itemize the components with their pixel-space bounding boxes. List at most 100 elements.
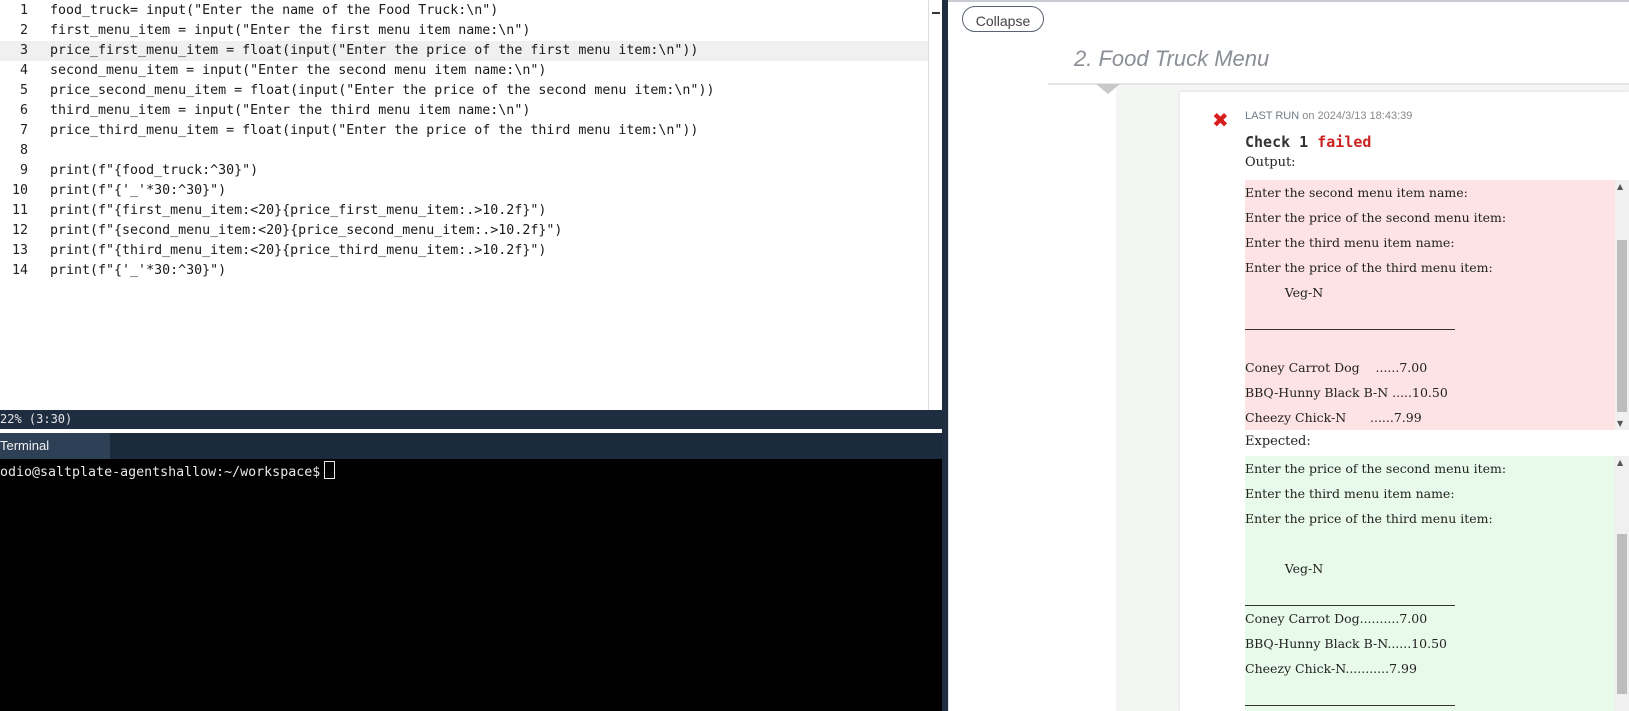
expected-label: Expected: xyxy=(1245,434,1311,449)
code-line[interactable]: 3 price_first_menu_item = float(input("En… xyxy=(0,41,928,61)
output-scroll-thumb[interactable] xyxy=(1617,240,1627,412)
expected-box[interactable]: Enter the price of the second menu item:… xyxy=(1245,456,1629,711)
output-line: Enter the third menu item name: xyxy=(1245,486,1455,501)
terminal[interactable]: odio@saltplate-agentshallow:~/workspace$ xyxy=(0,459,942,711)
code-text[interactable]: first_menu_item = input("Enter the first… xyxy=(50,21,530,41)
code-text[interactable]: print(f"{'_'*30:^30}") xyxy=(50,261,226,281)
terminal-prompt: odio@saltplate-agentshallow:~/workspace$ xyxy=(0,465,321,480)
code-line[interactable]: 14 print(f"{'_'*30:^30}") xyxy=(0,261,928,281)
top-border xyxy=(948,0,1629,2)
output-line: Veg-N xyxy=(1245,285,1324,300)
output-line: Enter the price of the third menu item: xyxy=(1245,511,1493,526)
chevron-down-icon xyxy=(1096,84,1120,94)
output-line xyxy=(1245,581,1455,606)
code-line[interactable]: 10 print(f"{'_'*30:^30}") xyxy=(0,181,928,201)
line-number: 8 xyxy=(19,143,28,158)
cursor-position: 22% (3:30) xyxy=(0,412,73,426)
output-line: Coney Carrot Dog ......7.00 xyxy=(1245,360,1428,375)
code-text[interactable]: print(f"{first_menu_item:<20}{price_firs… xyxy=(50,201,546,221)
check-panel: Collapse 2. Food Truck Menu ✖ LAST RUN o… xyxy=(948,0,1629,711)
code-lines[interactable]: 1 food_truck= input("Enter the name of th… xyxy=(0,1,928,281)
output-line: BBQ-Hunny Black B-N .....10.50 xyxy=(1245,385,1448,400)
last-run-info: LAST RUN on 2024/3/13 18:43:39 xyxy=(1245,110,1412,122)
output-box[interactable]: Enter the second menu item name: Enter th… xyxy=(1245,180,1629,430)
check-title: Check 1 failed xyxy=(1245,133,1371,151)
editor-scrollbar[interactable] xyxy=(928,0,942,410)
code-line[interactable]: 5 price_second_menu_item = float(input("E… xyxy=(0,81,928,101)
last-run-label: LAST RUN xyxy=(1245,110,1300,122)
code-line[interactable]: 6 third_menu_item = input("Enter the thir… xyxy=(0,101,928,121)
close-icon: ✖ xyxy=(1212,108,1229,132)
output-line: Enter the price of the second menu item: xyxy=(1245,210,1507,225)
line-number: 5 xyxy=(19,83,28,98)
code-text[interactable]: print(f"{third_menu_item:<20}{price_thir… xyxy=(50,241,546,261)
code-text[interactable]: price_second_menu_item = float(input("En… xyxy=(50,81,714,101)
output-line: Coney Carrot Dog..........7.00 xyxy=(1245,611,1428,626)
expected-scrollbar[interactable]: ▲ xyxy=(1615,456,1629,711)
output-label: Output: xyxy=(1245,155,1296,170)
code-text[interactable]: print(f"{second_menu_item:<20}{price_sec… xyxy=(50,221,562,241)
terminal-tabbar: Terminal xyxy=(0,433,942,459)
last-run-time: on 2024/3/13 18:43:39 xyxy=(1302,110,1413,122)
tab-terminal-label: Terminal xyxy=(0,438,50,453)
output-content: Enter the second menu item name: Enter th… xyxy=(1245,180,1615,430)
line-number: 3 xyxy=(19,43,28,58)
expected-scroll-thumb[interactable] xyxy=(1617,534,1627,694)
scroll-up-icon[interactable]: ▲ xyxy=(1617,458,1623,467)
line-number: 4 xyxy=(19,63,28,78)
output-line xyxy=(1245,681,1455,706)
check-status: failed xyxy=(1317,133,1372,151)
line-number: 2 xyxy=(19,23,28,38)
code-text[interactable]: food_truck= input("Enter the name of the… xyxy=(50,1,498,21)
panel-left-rule xyxy=(948,40,949,711)
code-text[interactable]: second_menu_item = input("Enter the seco… xyxy=(50,61,546,81)
code-line[interactable]: 9 print(f"{food_truck:^30}") xyxy=(0,161,928,181)
line-number: 13 xyxy=(11,243,28,258)
code-text[interactable]: third_menu_item = input("Enter the third… xyxy=(50,101,530,121)
line-number: 6 xyxy=(19,103,28,118)
code-line[interactable]: 12 print(f"{second_menu_item:<20}{price_s… xyxy=(0,221,928,241)
code-line[interactable]: 1 food_truck= input("Enter the name of th… xyxy=(0,1,928,21)
section-title: 2. Food Truck Menu xyxy=(1074,46,1270,71)
output-line: Enter the price of the third menu item: xyxy=(1245,260,1493,275)
scroll-up-icon[interactable]: ▲ xyxy=(1617,182,1623,191)
code-text[interactable]: print(f"{'_'*30:^30}") xyxy=(50,181,226,201)
code-line[interactable]: 2 first_menu_item = input("Enter the firs… xyxy=(0,21,928,41)
output-line: Enter the third menu item name: xyxy=(1245,235,1455,250)
terminal-prompt-line: odio@saltplate-agentshallow:~/workspace$ xyxy=(0,461,336,483)
code-line[interactable]: 8 xyxy=(0,141,928,161)
terminal-cursor xyxy=(324,461,336,479)
line-number: 9 xyxy=(19,163,28,178)
tab-terminal[interactable]: Terminal xyxy=(0,433,110,459)
code-line[interactable]: 4 second_menu_item = input("Enter the sec… xyxy=(0,61,928,81)
line-number: 7 xyxy=(19,123,28,138)
output-line: Veg-N xyxy=(1245,561,1324,576)
code-text[interactable]: price_first_menu_item = float(input("Ent… xyxy=(50,41,698,61)
code-text[interactable]: price_third_menu_item = float(input("Ent… xyxy=(50,121,698,141)
line-number: 11 xyxy=(11,203,28,218)
output-line: Enter the price of the second menu item: xyxy=(1245,461,1507,476)
line-number: 10 xyxy=(11,183,28,198)
editor-statusbar: 22% (3:30) xyxy=(0,410,942,429)
output-line: BBQ-Hunny Black B-N......10.50 xyxy=(1245,636,1447,651)
code-line[interactable]: 7 price_third_menu_item = float(input("En… xyxy=(0,121,928,141)
collapse-button[interactable]: Collapse xyxy=(962,6,1044,32)
line-number: 1 xyxy=(19,3,28,18)
check-name: Check 1 xyxy=(1245,133,1309,151)
line-number: 12 xyxy=(11,223,28,238)
code-text[interactable]: print(f"{food_truck:^30}") xyxy=(50,161,258,181)
output-line: Cheezy Chick-N ......7.99 xyxy=(1245,410,1422,425)
code-line[interactable]: 11 print(f"{first_menu_item:<20}{price_fi… xyxy=(0,201,928,221)
output-scrollbar[interactable]: ▲ ▼ xyxy=(1615,180,1629,430)
scroll-down-icon[interactable]: ▼ xyxy=(1617,419,1623,428)
line-number: 14 xyxy=(11,263,28,278)
editor-scroll-thumb[interactable] xyxy=(932,12,940,14)
code-line[interactable]: 13 print(f"{third_menu_item:<20}{price_th… xyxy=(0,241,928,261)
output-line: Cheezy Chick-N...........7.99 xyxy=(1245,661,1417,676)
code-editor[interactable]: 1 food_truck= input("Enter the name of th… xyxy=(0,0,942,410)
output-line: Enter the second menu item name: xyxy=(1245,185,1468,200)
output-line xyxy=(1245,305,1455,330)
expected-content: Enter the price of the second menu item:… xyxy=(1245,456,1615,706)
